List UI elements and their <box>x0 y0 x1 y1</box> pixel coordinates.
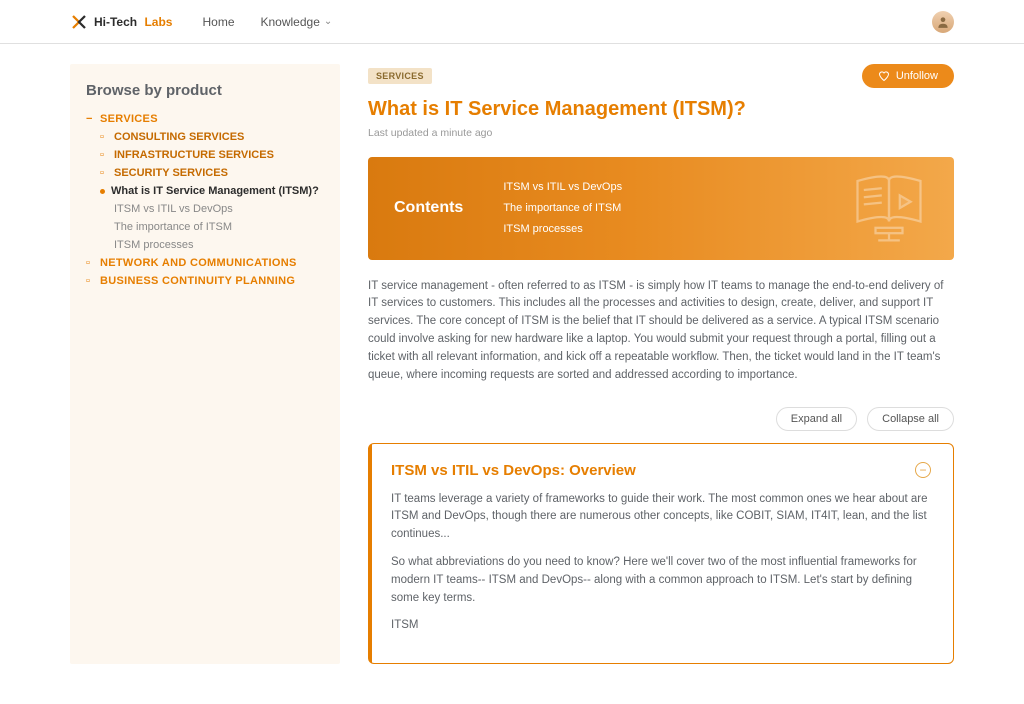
minus-icon: − <box>86 113 96 125</box>
contents-panel: Contents ITSM vs ITIL vs DevOps The impo… <box>368 157 954 260</box>
sidebar-cat-network[interactable]: ▫NETWORK AND COMMUNICATIONS <box>86 257 324 269</box>
contents-link-1[interactable]: ITSM vs ITIL vs DevOps <box>503 177 622 198</box>
sidebar-sub-security[interactable]: ▫SECURITY SERVICES <box>86 167 324 179</box>
section-p1: IT teams leverage a variety of framework… <box>391 491 931 544</box>
collapse-all-button[interactable]: Collapse all <box>867 407 954 431</box>
section-p2: So what abbreviations do you need to kno… <box>391 554 931 607</box>
sidebar-cat-bcp[interactable]: ▫BUSINESS CONTINUITY PLANNING <box>86 275 324 287</box>
unfollow-button[interactable]: Unfollow <box>862 64 954 88</box>
category-badge: SERVICES <box>368 68 432 84</box>
topbar: Hi-Tech Labs Home Knowledge ⌄ <box>0 0 1024 44</box>
brand-logo-icon <box>70 13 88 31</box>
expand-all-button[interactable]: Expand all <box>776 407 857 431</box>
main-nav: Home Knowledge ⌄ <box>202 15 332 29</box>
brand-text-orange: Labs <box>144 15 172 29</box>
contents-label: Contents <box>394 199 463 217</box>
chevron-down-icon: ⌄ <box>324 16 332 27</box>
nav-knowledge-label: Knowledge <box>261 15 320 29</box>
bullet-icon <box>100 189 105 194</box>
sidebar-sub-infra[interactable]: ▫INFRASTRUCTURE SERVICES <box>86 149 324 161</box>
sidebar-leaf-processes[interactable]: ITSM processes <box>114 239 324 251</box>
person-icon <box>936 15 950 29</box>
last-updated: Last updated a minute ago <box>368 127 954 139</box>
brand-text-dark: Hi-Tech <box>94 15 137 29</box>
panel-accent <box>369 444 372 664</box>
nav-knowledge[interactable]: Knowledge ⌄ <box>261 15 333 29</box>
section-title: ITSM vs ITIL vs DevOps: Overview <box>391 462 636 479</box>
sidebar: Browse by product −SERVICES ▫CONSULTING … <box>70 64 340 664</box>
plus-icon: ▫ <box>100 149 110 161</box>
page-title: What is IT Service Management (ITSM)? <box>368 98 954 121</box>
sidebar-leaf-importance[interactable]: The importance of ITSM <box>114 221 324 233</box>
sidebar-sub-consulting[interactable]: ▫CONSULTING SERVICES <box>86 131 324 143</box>
section-panel: ITSM vs ITIL vs DevOps: Overview − IT te… <box>368 443 954 665</box>
sidebar-leaf-itsm-itil[interactable]: ITSM vs ITIL vs DevOps <box>114 203 324 215</box>
main-content: SERVICES Unfollow What is IT Service Man… <box>368 64 954 664</box>
nav-home[interactable]: Home <box>202 15 234 29</box>
collapse-icon[interactable]: − <box>915 462 931 478</box>
section-p3: ITSM <box>391 617 931 635</box>
plus-icon: ▫ <box>100 131 110 143</box>
sidebar-heading: Browse by product <box>86 82 324 99</box>
plus-icon: ▫ <box>86 275 96 287</box>
heart-icon <box>878 70 890 82</box>
plus-icon: ▫ <box>100 167 110 179</box>
sidebar-item-itsm[interactable]: What is IT Service Management (ITSM)? <box>100 185 324 197</box>
unfollow-label: Unfollow <box>896 70 938 82</box>
contents-link-2[interactable]: The importance of ITSM <box>503 198 622 219</box>
book-icon <box>844 171 934 245</box>
plus-icon: ▫ <box>86 257 96 269</box>
user-avatar[interactable] <box>932 11 954 33</box>
brand-logo[interactable]: Hi-Tech Labs <box>70 13 172 31</box>
sidebar-cat-services[interactable]: −SERVICES <box>86 113 324 125</box>
contents-link-3[interactable]: ITSM processes <box>503 219 622 240</box>
intro-paragraph: IT service management - often referred t… <box>368 278 954 385</box>
